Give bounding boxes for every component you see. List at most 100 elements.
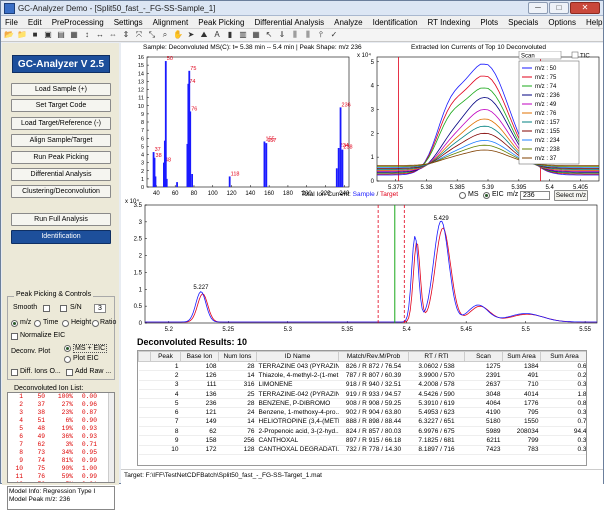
hand-icon[interactable]: ✋ <box>173 30 183 40</box>
time-radio[interactable] <box>34 320 41 327</box>
table-row[interactable]: 5 236 28 BENZENE, P-DIBROMO 908 / R 908 / 59… <box>138 398 586 409</box>
column-header[interactable]: ID Name <box>256 351 339 362</box>
table-icon[interactable]: ▥ <box>238 30 248 40</box>
copy-icon[interactable]: ▣ <box>43 30 53 40</box>
menu-help[interactable]: Help <box>586 18 602 27</box>
zoom-in-icon[interactable]: ⤧ <box>134 30 144 40</box>
menu-identification[interactable]: Identification <box>373 18 418 27</box>
pan-vertical-icon[interactable]: ↕ <box>82 30 92 40</box>
sn-checkbox[interactable] <box>60 305 67 312</box>
save-icon[interactable]: ■ <box>30 30 40 40</box>
table-row[interactable]: 8 62 76 2-Propenoic acid, 3-(2-hyd... 824 / … <box>138 426 586 437</box>
menu-preprocessing[interactable]: PreProcessing <box>52 18 104 27</box>
zoom-icon[interactable]: ⌕ <box>160 30 170 40</box>
list-item[interactable]: 6 49 36% 0.93 <box>8 433 114 441</box>
ms-plot[interactable]: 40 60 80 100 120 140 160 180 200 220 2400123456789… <box>121 51 353 201</box>
down-icon[interactable]: ⇓ <box>277 30 287 40</box>
row-selector[interactable] <box>138 389 151 400</box>
data-icon[interactable]: ▦ <box>69 30 79 40</box>
eic-plot[interactable]: x 10⁴5.375 5.38 5.385 5.39 5.395 5.4 5.4050123… <box>353 51 603 201</box>
ratio-radio[interactable] <box>92 320 99 327</box>
select-mz-button[interactable]: Select m/z <box>554 190 588 201</box>
table-row[interactable]: 2 126 14 Thiazole, 4-methyl-2-(1-met... 787 … <box>138 370 586 381</box>
height-radio[interactable] <box>62 320 69 327</box>
table-row[interactable]: 3 111 316 LIMONENE 918 / R 940 / 32.51 4.2008… <box>138 380 586 390</box>
column-header[interactable]: Base Ion <box>180 351 219 362</box>
fit-x-icon[interactable]: ⇔ <box>108 30 118 40</box>
column-header[interactable]: RT / RTI <box>408 351 465 362</box>
row-selector[interactable] <box>138 435 151 446</box>
bars-red-icon[interactable]: ⫼ <box>303 30 313 40</box>
run-peak-picking-button[interactable]: Run Peak Picking <box>11 151 111 164</box>
ms-eic-radio[interactable] <box>64 345 71 352</box>
bars-icon[interactable]: ⫼ <box>290 30 300 40</box>
table-row[interactable]: 10 172 128 CANTHOXAL DEGRADATI... 732 / R 77… <box>138 445 586 455</box>
pan-horizontal-icon[interactable]: ↔ <box>95 30 105 40</box>
load-target-button[interactable]: Load Target/Reference (-) <box>11 117 111 130</box>
smooth-checkbox[interactable] <box>43 305 50 312</box>
plot-eic-radio[interactable] <box>64 356 71 363</box>
maximize-button[interactable]: □ <box>549 2 569 14</box>
diff-ions-checkbox[interactable] <box>11 369 18 376</box>
align-button[interactable]: Align Sample/Target <box>11 134 111 147</box>
load-sample-button[interactable]: Load Sample (+) <box>11 83 111 96</box>
row-selector[interactable] <box>138 370 151 381</box>
mark-icon[interactable]: ▮ <box>225 30 235 40</box>
menu-specials[interactable]: Specials <box>508 18 538 27</box>
menu-plots[interactable]: Plots <box>480 18 498 27</box>
row-selector[interactable] <box>138 445 151 455</box>
row-selector[interactable] <box>138 407 151 418</box>
menu-rt-indexing[interactable]: RT Indexing <box>428 18 471 27</box>
menu-options[interactable]: Options <box>548 18 576 27</box>
close-button[interactable]: ✕ <box>570 2 600 14</box>
identification-button[interactable]: Identification <box>11 230 111 244</box>
cursor-icon[interactable]: ➤ <box>186 30 196 40</box>
column-header[interactable]: Sum Area <box>502 351 541 362</box>
list-item[interactable]: 12765%0.91 <box>8 481 114 482</box>
mz-value-input[interactable]: 236 <box>520 191 550 200</box>
grid-icon[interactable]: ▦ <box>251 30 261 40</box>
table-row[interactable]: 1 108 28 TERRAZINE 043 (PYRAZIN... 826 / R 8… <box>138 361 586 372</box>
column-header[interactable]: Num Ions <box>218 351 257 362</box>
table-row[interactable]: 9 158 256 CANTHOXAL 897 / R 915 / 66.18 7.182… <box>138 435 586 446</box>
tic-ms-radio[interactable] <box>459 192 466 199</box>
menu-differential-analysis[interactable]: Differential Analysis <box>254 18 324 27</box>
row-selector[interactable] <box>138 417 151 428</box>
check-icon[interactable]: ✓ <box>329 30 339 40</box>
menu-alignment[interactable]: Alignment <box>153 18 189 27</box>
menu-file[interactable]: File <box>5 18 18 27</box>
differential-analysis-button[interactable]: Differential Analysis <box>11 168 111 181</box>
list-item[interactable]: 9 74 81% 0.99 <box>8 457 114 465</box>
peak-icon[interactable]: ⛰ <box>199 30 209 40</box>
table-row[interactable]: 6 121 24 Benzene, 1-methoxy-4-pro... 902 / R… <box>138 407 586 418</box>
list-item[interactable]: 5 48 19% 0.93 <box>8 425 114 433</box>
open-icon[interactable]: 📂 <box>4 30 14 40</box>
menu-peak-picking[interactable]: Peak Picking <box>198 18 244 27</box>
menu-analyze[interactable]: Analyze <box>334 18 362 27</box>
row-selector[interactable] <box>138 426 151 437</box>
sn-value-input[interactable]: 3 <box>94 304 106 313</box>
list-item[interactable]: 11 76 59% 0.99 <box>8 473 114 481</box>
pointer-icon[interactable]: ↖ <box>264 30 274 40</box>
row-selector[interactable] <box>138 398 151 409</box>
list-item[interactable]: 1 50 100% 0.00 <box>8 393 114 401</box>
list-item[interactable]: 2 37 27% 0.96 <box>8 401 114 409</box>
row-selector[interactable] <box>138 361 151 372</box>
print-icon[interactable]: ▤ <box>56 30 66 40</box>
row-selector[interactable] <box>138 380 151 390</box>
column-header[interactable]: Peak <box>150 351 181 362</box>
menu-edit[interactable]: Edit <box>28 18 42 27</box>
table-row[interactable]: 4 136 25 TERRAZINE-042 (PYRAZIN... 919 / R 9… <box>138 389 586 400</box>
table-row[interactable]: 714914HELIOTROPINE (3,4-(METH...888 / R … <box>138 417 586 428</box>
minimize-button[interactable]: ─ <box>528 2 548 14</box>
column-header[interactable]: Sum Area <box>540 351 586 362</box>
text-icon[interactable]: A <box>212 30 222 40</box>
tic-eic-radio[interactable] <box>483 192 490 199</box>
clustering-button[interactable]: Clustering/Deconvolution <box>11 185 111 198</box>
list-item[interactable]: 8 73 34% 0.95 <box>8 449 114 457</box>
mz-radio[interactable] <box>11 320 18 327</box>
ion-list[interactable]: 1 50 100% 0.00 2 37 27% 0.96 3 38 23% 0.87 4 51 6% 0.90… <box>7 392 115 483</box>
tic-plot[interactable]: x 10⁴5.2 5.25 5.3 5.35 5.4 5.45 5.5 5.5500.511.… <box>121 197 603 335</box>
column-header[interactable]: Scan <box>464 351 503 362</box>
list-item[interactable]: 3 38 23% 0.87 <box>8 409 114 417</box>
